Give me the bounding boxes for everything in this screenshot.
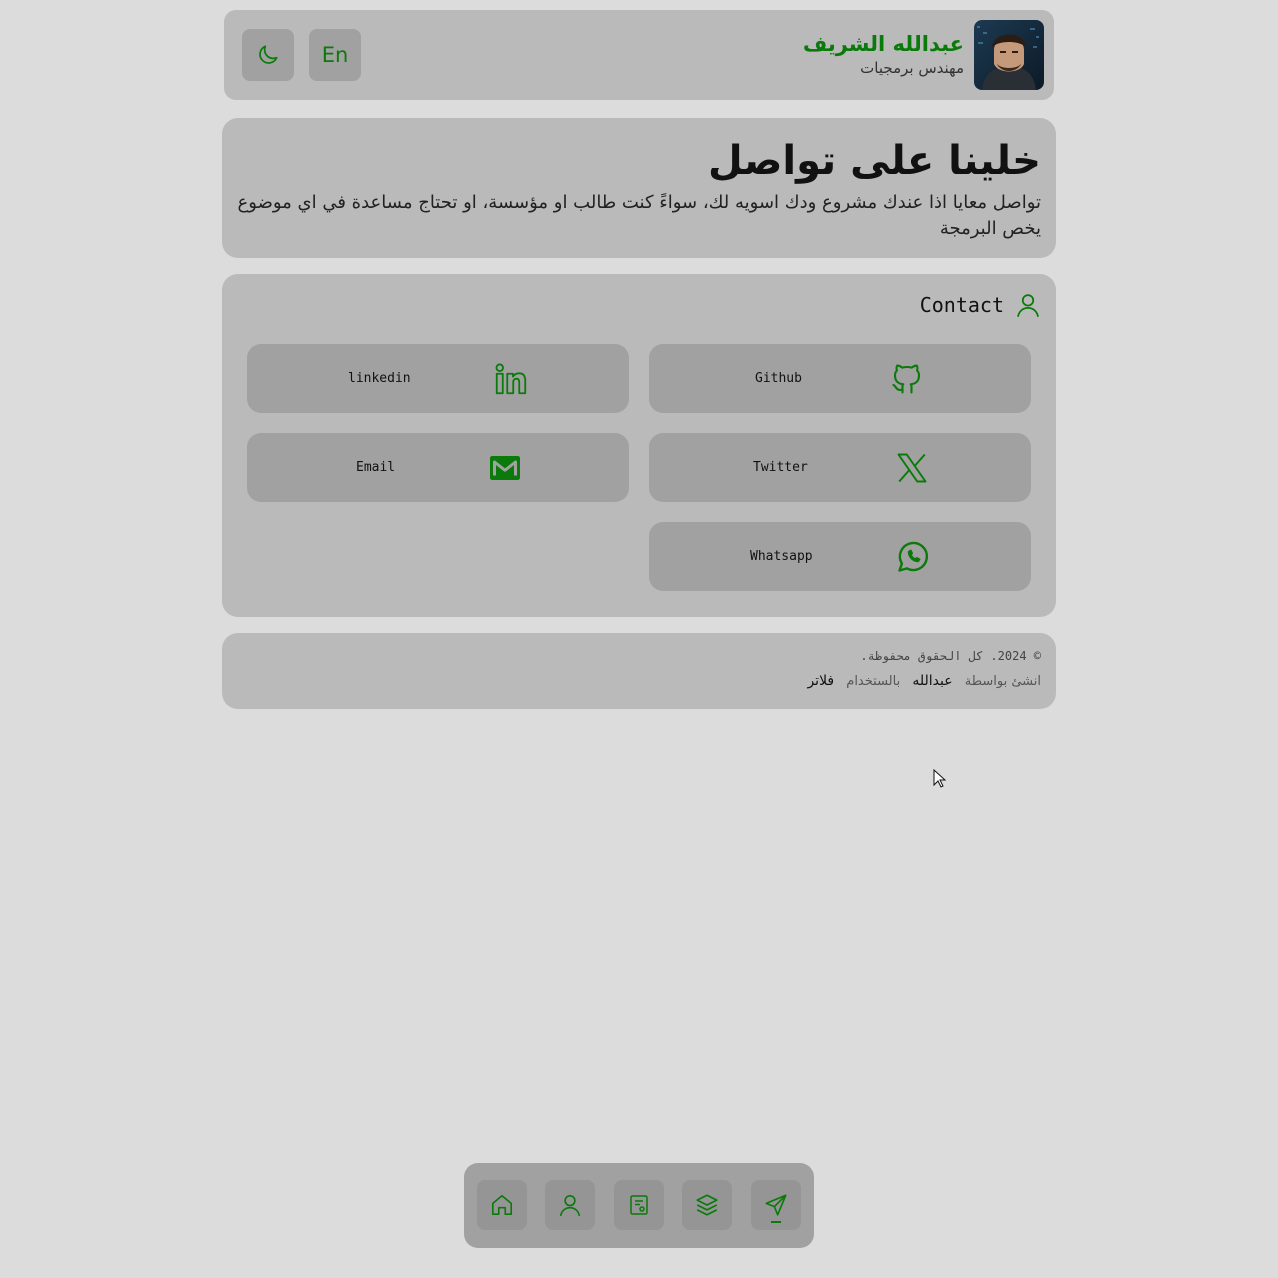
page: En عبدالله الشريف مهندس برمجيات خلينا عل…	[0, 0, 1278, 1278]
home-icon	[491, 1194, 513, 1216]
contact-header: Contact	[920, 290, 1042, 320]
user-icon	[559, 1194, 581, 1217]
nav-certificates-button[interactable]	[614, 1180, 664, 1230]
using-text: بالستخدام	[846, 674, 901, 689]
github-label: Github	[755, 371, 802, 386]
profile-info: عبدالله الشريف مهندس برمجيات	[803, 30, 964, 78]
nav-projects-button[interactable]	[682, 1180, 732, 1230]
contact-section: Contact Github linkedin Twitter Email Wh…	[222, 274, 1056, 617]
nav-contact-button[interactable]	[751, 1180, 801, 1230]
copyright-text: © 2024. كل الحقوق محفوظة.	[860, 649, 1041, 663]
github-button[interactable]: Github	[649, 344, 1031, 413]
whatsapp-label: Whatsapp	[750, 549, 813, 564]
avatar	[974, 20, 1044, 90]
hero-title: خلينا على تواصل	[708, 138, 1041, 184]
user-icon	[1017, 294, 1039, 317]
bottom-nav	[464, 1163, 814, 1248]
github-icon	[892, 364, 921, 394]
author-link[interactable]: عبدالله	[912, 673, 952, 689]
made-by-text: انشئ بواسطة	[964, 674, 1041, 689]
linkedin-label: linkedin	[348, 371, 411, 386]
certificate-icon	[630, 1195, 648, 1215]
hero-description: تواصل معايا اذا عندك مشروع ودك اسويه لك،…	[237, 192, 1041, 239]
whatsapp-icon	[898, 541, 929, 572]
whatsapp-button[interactable]: Whatsapp	[649, 522, 1031, 591]
active-indicator	[771, 1221, 781, 1223]
linkedin-icon	[495, 363, 527, 395]
linkedin-button[interactable]: linkedin	[247, 344, 629, 413]
send-icon	[765, 1194, 787, 1216]
tool-link[interactable]: فلاتر	[807, 673, 834, 689]
header: En عبدالله الشريف مهندس برمجيات	[224, 10, 1054, 100]
footer: © 2024. كل الحقوق محفوظة. انشئ بواسطة عب…	[222, 633, 1056, 709]
twitter-label: Twitter	[753, 460, 808, 475]
nav-about-button[interactable]	[545, 1180, 595, 1230]
language-toggle-button[interactable]: En	[309, 29, 361, 81]
hero-card: خلينا على تواصل تواصل معايا اذا عندك مشر…	[222, 118, 1056, 258]
contact-title: Contact	[919, 293, 1004, 317]
twitter-button[interactable]: Twitter	[649, 433, 1031, 502]
layers-icon	[696, 1194, 718, 1216]
moon-icon	[259, 45, 278, 64]
nav-home-button[interactable]	[477, 1180, 527, 1230]
email-button[interactable]: Email	[247, 433, 629, 502]
x-twitter-icon	[897, 453, 927, 483]
gmail-icon	[490, 456, 520, 480]
theme-toggle-button[interactable]	[242, 29, 294, 81]
mouse-cursor-icon	[933, 769, 947, 788]
profile-name: عبدالله الشريف	[802, 32, 964, 56]
profile-role: مهندس برمجيات	[860, 59, 964, 77]
credits: انشئ بواسطة عبدالله بالستخدام فلاتر	[237, 669, 1041, 694]
email-label: Email	[356, 460, 396, 475]
